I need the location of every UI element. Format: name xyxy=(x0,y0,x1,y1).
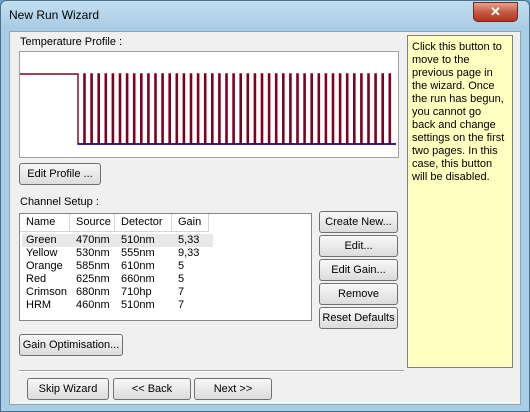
edit-channel-button[interactable]: Edit... xyxy=(319,235,398,257)
channel-source: 585nm xyxy=(76,260,110,272)
channel-source: 460nm xyxy=(76,299,110,311)
channel-detector: 555nm xyxy=(121,247,155,259)
reset-defaults-label: Reset Defaults xyxy=(322,312,395,324)
help-panel: Click this button to move to the previou… xyxy=(407,35,513,368)
edit-channel-label: Edit... xyxy=(344,240,373,252)
channel-setup-label: Channel Setup : xyxy=(20,196,99,208)
channel-list-header: Name Source Detector Gain xyxy=(20,214,311,232)
wizard-window: New Run Wizard ✕ Temperature Profile : C… xyxy=(0,0,530,412)
temperature-profile-chart xyxy=(19,51,399,158)
channel-row[interactable]: Orange 585nm 610nm 5 xyxy=(22,260,213,273)
edit-gain-button[interactable]: Edit Gain... xyxy=(319,259,398,281)
edit-profile-button[interactable]: Edit Profile ... xyxy=(19,163,101,185)
close-icon: ✕ xyxy=(490,4,501,19)
channel-detector: 510nm xyxy=(121,234,155,246)
column-header-detector[interactable]: Detector xyxy=(115,214,172,232)
back-label: << Back xyxy=(131,383,173,395)
reset-defaults-button[interactable]: Reset Defaults xyxy=(319,307,398,329)
skip-wizard-button[interactable]: Skip Wizard xyxy=(27,378,109,400)
channel-detector: 660nm xyxy=(121,273,155,285)
create-new-button[interactable]: Create New... xyxy=(319,211,398,233)
channel-row[interactable]: Red 625nm 660nm 5 xyxy=(22,273,213,286)
title-bar[interactable]: New Run Wizard ✕ xyxy=(1,1,529,29)
channel-source: 530nm xyxy=(76,247,110,259)
channel-name: Crimson xyxy=(26,286,67,298)
channel-list[interactable]: Name Source Detector Gain Green 470nm 51… xyxy=(19,213,312,321)
channel-gain: 5 xyxy=(178,260,185,272)
channel-name: HRM xyxy=(26,299,52,311)
footer-divider xyxy=(19,370,404,372)
remove-button[interactable]: Remove xyxy=(319,283,398,305)
remove-label: Remove xyxy=(338,288,379,300)
skip-wizard-label: Skip Wizard xyxy=(38,383,98,395)
column-header-name[interactable]: Name xyxy=(20,214,70,232)
channel-name: Red xyxy=(26,273,47,285)
window-title: New Run Wizard xyxy=(9,8,100,22)
column-header-source[interactable]: Source xyxy=(70,214,115,232)
channel-name: Yellow xyxy=(26,247,58,259)
channel-source: 625nm xyxy=(76,273,110,285)
next-label: Next >> xyxy=(213,383,253,395)
help-text: Click this button to move to the previou… xyxy=(412,41,505,183)
temperature-trace xyxy=(20,73,396,145)
channel-gain: 5 xyxy=(178,273,185,285)
edit-profile-label: Edit Profile ... xyxy=(27,168,93,180)
channel-gain: 7 xyxy=(178,299,185,311)
channel-gain: 7 xyxy=(178,286,185,298)
close-button[interactable]: ✕ xyxy=(473,2,518,22)
channel-detector: 710hp xyxy=(121,286,152,298)
temperature-profile-graph xyxy=(20,73,396,145)
channel-row[interactable]: Crimson 680nm 710hp 7 xyxy=(22,286,213,299)
channel-detector: 610nm xyxy=(121,260,155,272)
wizard-page: Temperature Profile : Click this button … xyxy=(9,31,521,405)
gain-optimisation-label: Gain Optimisation... xyxy=(22,339,120,351)
back-button[interactable]: << Back xyxy=(113,378,191,400)
temperature-profile-label: Temperature Profile : xyxy=(20,36,123,48)
channel-source: 470nm xyxy=(76,234,110,246)
channel-name: Orange xyxy=(26,260,63,272)
channel-gain: 5,33 xyxy=(178,234,200,246)
channel-row[interactable]: Green 470nm 510nm 5,33 xyxy=(22,234,213,247)
gain-optimisation-button[interactable]: Gain Optimisation... xyxy=(19,334,123,356)
create-new-label: Create New... xyxy=(325,216,392,228)
edit-gain-label: Edit Gain... xyxy=(331,264,386,276)
channel-gain: 9,33 xyxy=(178,247,200,259)
channel-name: Green xyxy=(26,234,57,246)
channel-source: 680nm xyxy=(76,286,110,298)
channel-detector: 510nm xyxy=(121,299,155,311)
channel-row[interactable]: HRM 460nm 510nm 7 xyxy=(22,299,213,312)
column-header-gain[interactable]: Gain xyxy=(172,214,209,232)
channel-row[interactable]: Yellow 530nm 555nm 9,33 xyxy=(22,247,213,260)
next-button[interactable]: Next >> xyxy=(194,378,272,400)
